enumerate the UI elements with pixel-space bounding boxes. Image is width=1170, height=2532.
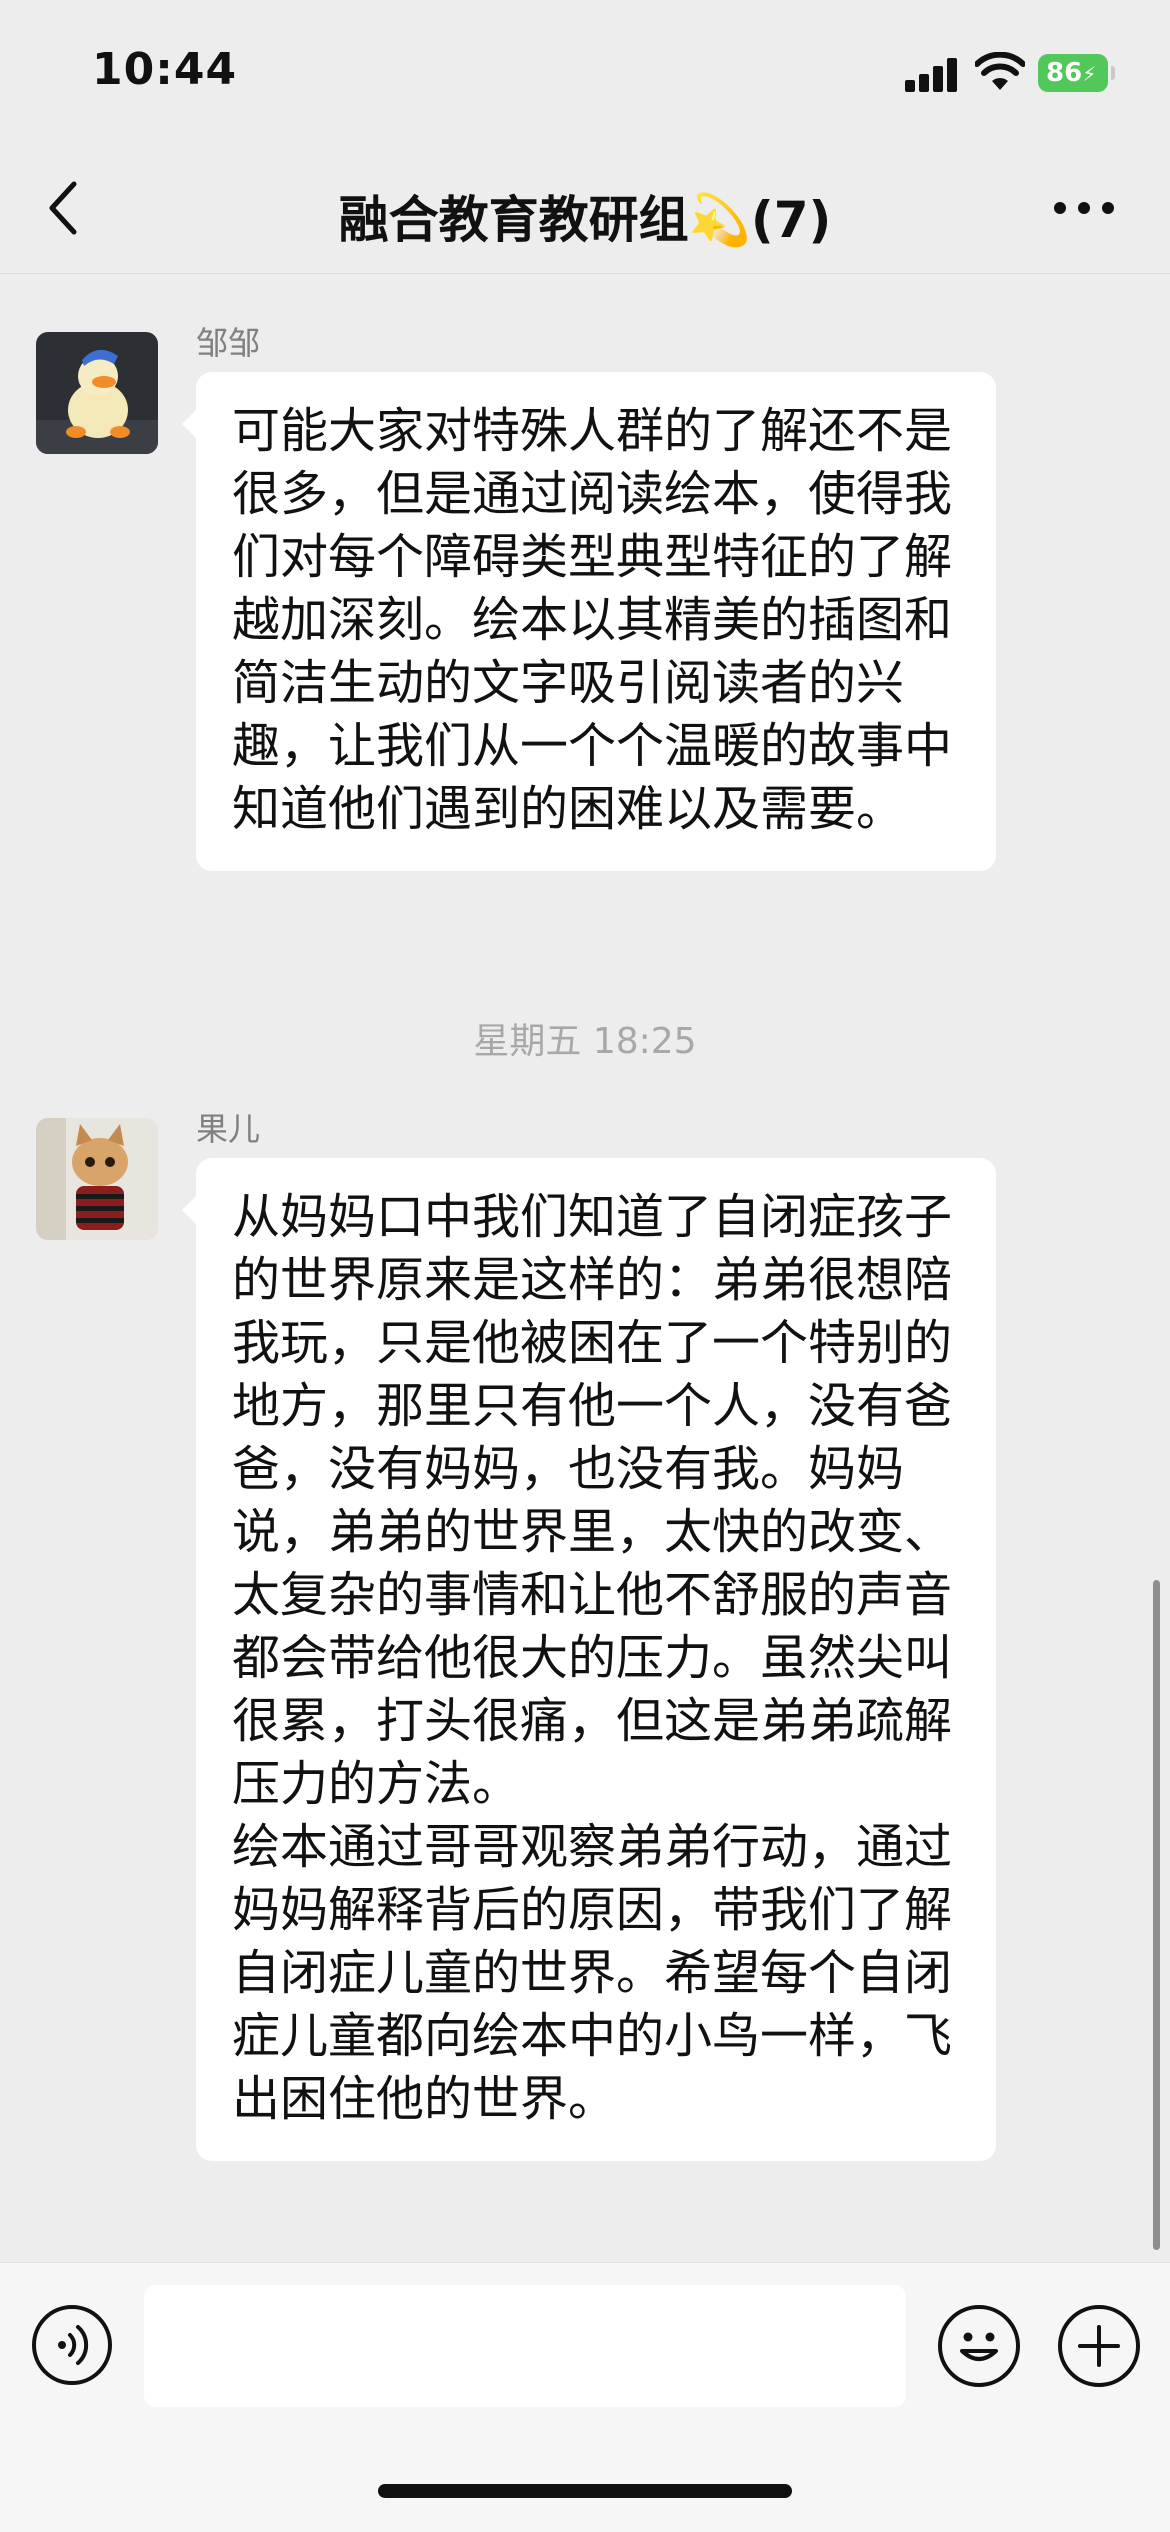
battery-level: 86: [1046, 58, 1083, 88]
message-bubble[interactable]: 从妈妈口中我们知道了自闭症孩子的世界原来是这样的：弟弟很想陪我玩，只是他被困在了…: [182, 1158, 996, 2161]
smiley-glyph: [960, 2332, 998, 2361]
avatar[interactable]: [36, 1118, 158, 1240]
nav-bar: 融合教育教研组💫(7): [0, 150, 1170, 274]
more-icon[interactable]: [1054, 202, 1114, 218]
signal-icon: [905, 58, 959, 92]
battery-icon: 86⚡: [1038, 54, 1115, 92]
plus-icon[interactable]: [1058, 2305, 1140, 2387]
timestamp: 星期五 18:25: [473, 1021, 697, 1062]
scroll-indicator[interactable]: [1153, 1580, 1160, 2250]
status-bar: 10:44 86⚡: [0, 0, 1170, 150]
chat-title: 融合教育教研组💫(7): [338, 191, 832, 249]
chevron-left-icon[interactable]: [40, 176, 90, 240]
emoji-icon[interactable]: [938, 2305, 1020, 2387]
avatar[interactable]: [36, 332, 158, 454]
duck-avatar-image: [36, 332, 158, 454]
wifi-icon: [975, 52, 1025, 90]
status-time: 10:44: [92, 44, 238, 95]
cat-avatar-image: [36, 1118, 158, 1240]
chat-screen: 10:44 86⚡ 融合教育教研组💫(7) 邹邹 可能大家对特殊人群的了解还不是…: [0, 0, 1170, 2532]
sender-name: 邹邹: [196, 324, 261, 362]
sender-name: 果儿: [196, 1110, 261, 1148]
voice-icon[interactable]: [32, 2305, 112, 2385]
message-input[interactable]: [144, 2285, 906, 2407]
message-bubble[interactable]: 可能大家对特殊人群的了解还不是很多，但是通过阅读绘本，使得我们对每个障碍类型典型…: [182, 372, 996, 871]
home-indicator[interactable]: [378, 2484, 792, 2498]
voice-wave-glyph: [58, 2325, 89, 2365]
plus-glyph: [1078, 2325, 1120, 2367]
